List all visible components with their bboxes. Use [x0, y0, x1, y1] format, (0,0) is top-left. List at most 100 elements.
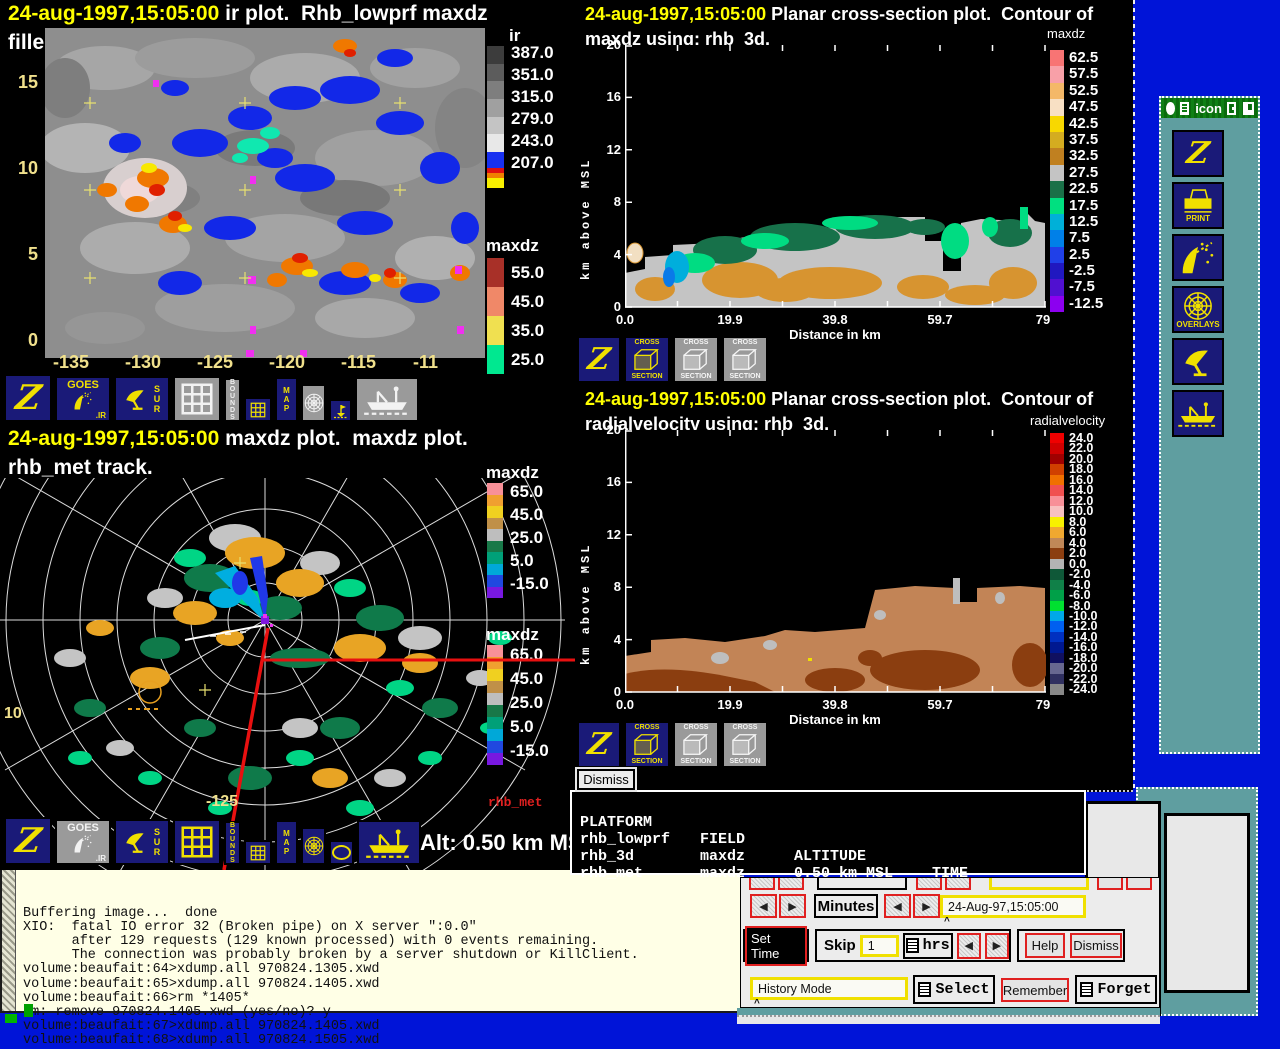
colorbar-tick: 45.0 [510, 669, 544, 688]
clipped-button[interactable] [1097, 878, 1123, 890]
colorbar-segment [1050, 495, 1064, 507]
clipped-button[interactable] [945, 878, 971, 890]
radar-lat-label: 10 [4, 705, 22, 722]
skip-input[interactable]: 1 [859, 934, 899, 957]
goes-ir-button[interactable]: GOES .IR [55, 376, 111, 422]
polar-overlay-button[interactable] [301, 384, 326, 422]
goes-ir-button[interactable]: GOES .IR [55, 819, 111, 865]
radar-title-line2: rhb_met track. [8, 456, 153, 479]
xs1-plot[interactable] [625, 45, 1046, 308]
icon-panel-window: icon Z PRINT OVERLAYS [1159, 96, 1260, 754]
surface-radar-button[interactable]: SUR [114, 819, 170, 865]
cross-section-button[interactable]: CROSS SECTION [722, 336, 768, 383]
xs2-title: 24-aug-1997,15:05:00 Planar cross-sectio… [585, 389, 1094, 409]
window-doc-icon[interactable] [1180, 101, 1190, 115]
clipped-button[interactable] [749, 878, 775, 890]
minutes-back-button[interactable]: ◀ [884, 894, 911, 918]
dialog-dismiss-button[interactable]: Dismiss [1070, 933, 1122, 958]
small-grid-button[interactable] [244, 397, 272, 422]
set-time-button[interactable]: Set Time [745, 925, 807, 966]
minutes-forward-button[interactable]: ▶ [913, 894, 940, 918]
panel-satellite-button[interactable] [1172, 234, 1224, 281]
panel-overlays-button[interactable]: OVERLAYS [1172, 286, 1224, 333]
colorbar-tick: 57.5 [1069, 65, 1099, 83]
ship-icon [364, 827, 414, 859]
panel-zebra-button[interactable]: Z [1172, 130, 1224, 177]
help-button[interactable]: Help [1025, 933, 1065, 958]
history-mode-input[interactable]: History Mode [750, 977, 908, 1000]
time-input[interactable]: 24-Aug-97,15:05:00 [940, 895, 1086, 918]
clipped-button[interactable] [916, 878, 942, 890]
radar-colorbar1 [487, 483, 503, 598]
xterm-terminal[interactable]: Buffering image... done XIO: fatal IO err… [0, 861, 742, 1048]
small-grid-button[interactable] [244, 840, 272, 865]
y-tick: 10 [17, 158, 38, 178]
ship-button[interactable] [355, 377, 419, 422]
xs1-xlabel: Distance in km [789, 327, 881, 342]
cross-section-button[interactable]: CROSS SECTION [673, 336, 719, 383]
window-minimize-icon[interactable] [1226, 101, 1237, 115]
colorbar-segment [1050, 506, 1064, 517]
polar-overlay-button[interactable] [301, 827, 326, 865]
cross-section-button[interactable]: CROSS SECTION [673, 721, 719, 768]
units-menu-button[interactable]: hrs [902, 932, 953, 959]
ir-satellite-image[interactable] [45, 28, 485, 358]
panel-ship-button[interactable] [1172, 390, 1224, 437]
status-row: rhb_met 24-Aug-97,15:04:57 [580, 865, 956, 916]
map-button[interactable]: MAP [275, 377, 298, 422]
clipped-button[interactable] [778, 878, 804, 890]
bounds-button[interactable]: BOUNDS [224, 821, 241, 865]
colorbar-segment [1050, 295, 1064, 313]
skip-back-button[interactable]: ◀ [956, 932, 981, 959]
status-dismiss-button[interactable]: Dismiss [577, 769, 635, 790]
select-menu-button[interactable]: Select [913, 975, 995, 1004]
xs2-y-ticks: 20 16 12 8 4 0 [606, 422, 621, 699]
skip-group: Skip 1 hrs ◀ ▶ [815, 929, 1011, 962]
time-control-dialog: ◀ ▶ Minutes ◀ ▶ 24-Aug-97,15:05:00 ^ Set… [740, 877, 1160, 1009]
step-back-button[interactable]: ◀ [750, 894, 777, 918]
ir-maxdz-colorbar-ticks: 55.0 45.0 35.0 25.0 [511, 258, 544, 374]
ir-colorbar-ticks: 387.0 351.0 315.0 279.0 243.0 207.0 [511, 42, 554, 174]
zebra-logo-button[interactable]: Z [577, 721, 621, 768]
colorbar-segment [487, 669, 503, 681]
grid-icon [249, 401, 267, 419]
y-tick: 5 [27, 244, 38, 264]
white-panel [1164, 813, 1250, 993]
terminal-line: volume:beaufait:67>xdump.all 970824.1405… [23, 1019, 380, 1035]
clipped-button[interactable] [1126, 878, 1152, 890]
terminal-cursor [24, 1004, 33, 1017]
window-menu-circle-icon[interactable] [1166, 101, 1176, 115]
bounds-button[interactable]: BOUNDS [224, 378, 241, 422]
panel-radar-button[interactable] [1172, 338, 1224, 385]
grid-radar-button[interactable] [173, 819, 221, 865]
surface-radar-button[interactable]: SUR [114, 376, 170, 422]
grid-radar-button[interactable] [173, 376, 221, 422]
icon-panel-titlebar[interactable]: icon [1161, 98, 1258, 118]
grid-icon [178, 380, 216, 418]
map-button[interactable]: MAP [275, 820, 298, 865]
terminal-scrollbar[interactable] [2, 863, 16, 1011]
colorbar-tick: 387.0 [511, 43, 554, 62]
zebra-logo-button[interactable]: Z [577, 336, 621, 383]
panel-print-button[interactable]: PRINT [1172, 182, 1224, 229]
colorbar-segment [487, 63, 504, 82]
ellipse-overlay-button[interactable] [329, 840, 354, 865]
forget-menu-button[interactable]: Forget [1075, 975, 1157, 1004]
cross-section-maxdz-window: 24-aug-1997,15:05:00 Planar cross-sectio… [575, 0, 1133, 385]
colorbar-tick: 27.5 [1069, 163, 1099, 181]
cross-section-button-active[interactable]: CROSS SECTION [624, 721, 670, 768]
step-forward-button[interactable]: ▶ [779, 894, 806, 918]
colorbar-tick: 42.5 [1069, 114, 1099, 132]
cross-section-button[interactable]: CROSS SECTION [722, 721, 768, 768]
xs2-plot[interactable] [625, 430, 1046, 693]
skip-forward-button[interactable]: ▶ [984, 932, 1009, 959]
cross-section-button-active[interactable]: CROSS SECTION [624, 336, 670, 383]
zebra-logo-button[interactable]: Z [4, 817, 52, 865]
buoy-button[interactable] [329, 399, 352, 422]
ship-button[interactable] [357, 820, 421, 865]
zebra-logo-button[interactable]: Z [4, 374, 52, 422]
text-caret: ^ [944, 916, 950, 927]
remember-button[interactable]: Remember [1001, 978, 1069, 1002]
window-restore-icon[interactable] [1243, 101, 1254, 115]
menu-icon [905, 938, 919, 953]
